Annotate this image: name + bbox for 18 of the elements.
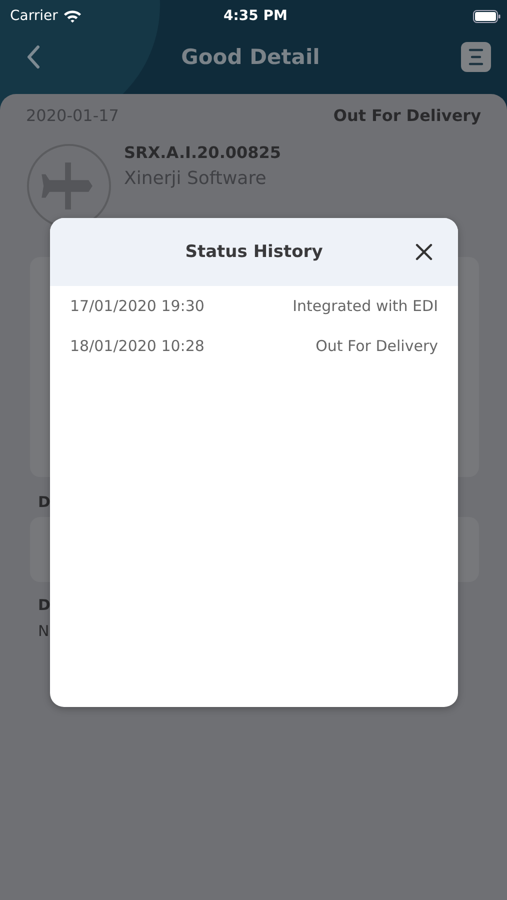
carrier-label: Carrier (10, 8, 58, 24)
entry-status: Integrated with EDI (292, 297, 438, 315)
entry-status: Out For Delivery (316, 337, 438, 355)
entry-datetime: 17/01/2020 19:30 (70, 297, 204, 315)
close-button[interactable] (415, 243, 433, 261)
entry-datetime: 18/01/2020 10:28 (70, 337, 204, 355)
back-button[interactable] (26, 45, 40, 69)
dialog-title: Status History (185, 242, 323, 262)
shipment-number: SRX.A.I.20.00825 (124, 143, 282, 162)
list-menu-button[interactable] (461, 42, 491, 72)
section-label: D (37, 596, 52, 614)
shipment-status: Out For Delivery (333, 106, 481, 125)
battery-icon (472, 10, 501, 22)
page-title: Good Detail (181, 45, 320, 69)
section-label: D (37, 493, 52, 511)
clock: 4:35 PM (224, 8, 288, 24)
wifi-icon (62, 9, 82, 23)
section-value: N (37, 622, 50, 640)
